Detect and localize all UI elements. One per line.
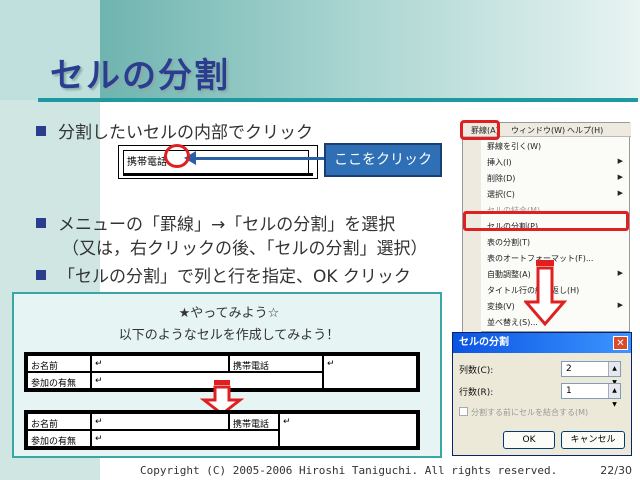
dialog-title: セルの分割: [453, 333, 631, 353]
title-underline: [38, 98, 638, 102]
submenu-arrow-icon: ▶: [617, 301, 623, 309]
bullet-square-icon: [36, 270, 46, 280]
sub-bullet: （又は，右クリックの後、「セルの分割」選択）: [62, 239, 428, 259]
example-table-after: お名前 ↵ 携帯電話 ↵ 参加の有無 ↵: [24, 410, 420, 450]
click-here-callout: ここをクリック: [324, 143, 442, 177]
menu-item-select[interactable]: 選択(C): [487, 189, 515, 200]
columns-stepper[interactable]: 2 ▲▼: [561, 361, 621, 386]
bullet-2: メニューの「罫線」→「セルの分割」を選択: [36, 210, 395, 235]
click-target-circle: [164, 144, 190, 168]
spin-arrows-icon[interactable]: ▲▼: [608, 362, 620, 386]
menu-item-insert[interactable]: 挿入(I): [487, 157, 512, 168]
tryout-heading: ★やってみよう☆: [178, 306, 280, 321]
submenu-arrow-icon: ▶: [617, 173, 623, 181]
highlight-menubar: [460, 120, 500, 140]
bullet-square-icon: [36, 126, 46, 136]
cancel-button[interactable]: キャンセル: [561, 431, 625, 449]
demo-cell-label: 携帯電話: [127, 157, 167, 168]
bullet-3: 「セルの分割」で列と行を指定、OK クリック: [36, 262, 411, 287]
footer: Copyright (C) 2005-2006 Hiroshi Taniguch…: [0, 462, 640, 480]
page-number: 22/30: [600, 464, 632, 477]
columns-label: 列数(C):: [459, 366, 494, 376]
menu-item-delete[interactable]: 削除(D): [487, 173, 515, 184]
submenu-arrow-icon: ▶: [617, 269, 623, 277]
menu-help[interactable]: ヘルプ(H): [567, 125, 603, 136]
ok-button[interactable]: OK: [503, 431, 555, 449]
menu-window[interactable]: ウィンドウ(W): [511, 125, 565, 136]
menu-item-draw[interactable]: 罫線を引く(W): [487, 141, 541, 152]
split-cells-dialog: セルの分割 ✕ 列数(C): 2 ▲▼ 行数(R): 1 ▲▼ 分割する前にセル…: [452, 332, 632, 456]
bullet-1: 分割したいセルの内部でクリック: [36, 118, 313, 143]
slide-title: セルの分割: [50, 56, 230, 96]
menu-item-convert[interactable]: 変換(V): [487, 301, 515, 312]
spin-arrows-icon[interactable]: ▲▼: [608, 384, 620, 408]
rows-stepper[interactable]: 1 ▲ ▼: [561, 383, 621, 408]
demo-cell: 携帯電話: [118, 145, 318, 179]
down-arrow-icon: [524, 260, 568, 327]
tryout-instruction: 以下のようなセルを作成してみよう！: [118, 328, 340, 343]
submenu-arrow-icon: ▶: [617, 189, 623, 197]
highlight-split-cells: [463, 211, 629, 231]
copyright: Copyright (C) 2005-2006 Hiroshi Taniguch…: [140, 464, 558, 477]
menu-item-split-table[interactable]: 表の分割(T): [487, 237, 530, 248]
submenu-arrow-icon: ▶: [617, 157, 623, 165]
close-icon[interactable]: ✕: [613, 336, 628, 350]
pointer-arrow-line: [188, 157, 324, 160]
rows-label: 行数(R):: [459, 388, 494, 398]
merge-before-split-checkbox: 分割する前にセルを結合する(M): [459, 407, 588, 418]
bullet-square-icon: [36, 218, 46, 228]
